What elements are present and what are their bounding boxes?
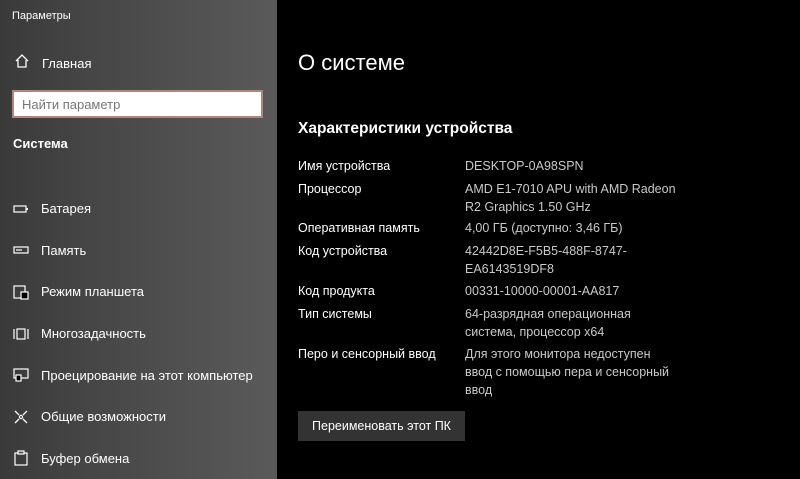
home-icon [14,53,30,74]
sidebar-item-label: Проецирование на этот компьютер [41,367,253,383]
spec-value[interactable]: 64-разрядная операционная система, проце… [465,305,695,341]
spec-key: Код продукта [298,284,375,298]
section-heading: Характеристики устройства [298,120,513,137]
sidebar-item-label: Многозадачность [41,326,146,342]
spec-value[interactable]: DESKTOP-0A98SPN [465,157,695,175]
sidebar-item-shared-experiences[interactable]: Общие возможности [0,396,277,438]
page-title: О системе [298,50,405,75]
sidebar-item-battery[interactable]: Батарея [0,188,277,230]
sidebar-item-label: Общие возможности [41,409,167,425]
sidebar-item-clipboard[interactable]: Буфер обмена [0,438,277,479]
spec-key: Имя устройства [298,159,391,173]
sidebar-item-storage[interactable]: Память [0,230,277,272]
spec-key: Код устройства [298,244,388,258]
projecting-icon [12,366,30,384]
sidebar-item-label: Режим планшета [41,284,144,300]
spec-value[interactable]: AMD E1-7010 APU with AMD Radeon R2 Graph… [465,180,695,216]
sidebar: Параметры Главная Система Батарея Память [0,0,277,479]
search-icon[interactable] [233,92,261,116]
sidebar-section-title: Система [13,136,68,151]
main-content: О системе Характеристики устройства Имя … [277,0,800,479]
sidebar-home-label: Главная [42,55,92,71]
spec-key: Процессор [298,182,362,196]
spec-key: Оперативная память [298,221,420,235]
rename-pc-button[interactable]: Переименовать этот ПК [298,411,465,441]
spec-value[interactable]: Для этого монитора недоступен ввод с пом… [465,345,695,399]
battery-icon [12,200,30,218]
tablet-mode-icon [12,283,30,301]
sidebar-item-label: Батарея [41,201,92,217]
spec-value[interactable]: 4,00 ГБ (доступно: 3,46 ГБ) [465,219,695,237]
search-input[interactable] [14,92,233,116]
window-title: Параметры [12,10,71,22]
spec-key: Тип системы [298,307,372,321]
sidebar-item-tablet-mode[interactable]: Режим планшета [0,271,277,313]
spec-value[interactable]: 00331-10000-00001-AA817 [465,282,695,300]
storage-icon [12,241,30,259]
shared-experiences-icon [12,408,30,426]
multitasking-icon [12,325,30,343]
sidebar-nav: Батарея Память Режим планшета Многозадач… [0,188,277,479]
clipboard-icon [12,449,30,467]
spec-key: Перо и сенсорный ввод [298,347,436,361]
sidebar-item-projecting[interactable]: Проецирование на этот компьютер [0,354,277,396]
sidebar-item-label: Память [41,242,87,258]
sidebar-item-label: Буфер обмена [41,450,130,466]
sidebar-home[interactable]: Главная [14,53,91,73]
spec-value[interactable]: 42442D8E-F5B5-488F-8747- EA6143519DF8 [465,242,695,278]
sidebar-item-multitasking[interactable]: Многозадачность [0,313,277,355]
search-box[interactable] [12,90,263,118]
